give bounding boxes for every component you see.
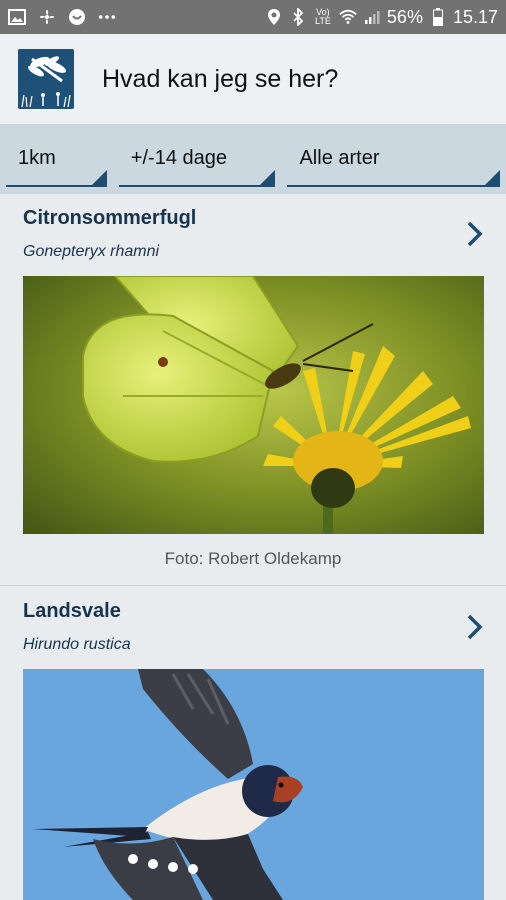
species-photo[interactable] [23, 276, 484, 534]
app-bar: Hvad kan jeg se her? [0, 34, 506, 124]
swallow-photo [23, 669, 484, 900]
dropdown-arrow-icon [260, 170, 276, 185]
status-bar: Vo) LTE 56% 15.17 [0, 0, 506, 34]
dropdown-arrow-icon [485, 170, 500, 185]
species-latin-name: Gonepteryx rhamni [23, 243, 160, 260]
chevron-right-icon[interactable] [464, 613, 486, 641]
species-filter-value: Alle arter [299, 146, 380, 169]
photo-credit: Foto: Robert Oldekamp [164, 549, 342, 568]
filter-bar: 1km +/-14 dage Alle arter [0, 124, 506, 194]
location-icon [265, 8, 283, 26]
species-name: Landsvale [23, 600, 121, 622]
dropdown-arrow-icon [91, 170, 107, 185]
butterfly-photo [23, 276, 484, 534]
species-name: Citronsommerfugl [23, 207, 197, 229]
bluetooth-icon [289, 8, 307, 26]
clock: 15.17 [452, 6, 498, 27]
page-title: Hvad kan jeg se her? [102, 64, 339, 93]
species-filter-dropdown[interactable]: Alle arter [287, 131, 500, 187]
battery-percent: 56% [386, 6, 423, 27]
date-range-value: +/-14 dage [130, 146, 227, 169]
species-card[interactable]: Landsvale Hirundo rustica [0, 587, 506, 900]
circle-icon [68, 8, 86, 26]
more-icon [98, 8, 116, 26]
fan-icon [38, 8, 56, 26]
battery-icon [429, 8, 447, 26]
volte-icon: Vo) LTE [315, 7, 331, 26]
image-icon [8, 8, 26, 26]
distance-dropdown[interactable]: 1km [6, 131, 107, 187]
distance-value: 1km [18, 146, 56, 169]
species-card[interactable]: Citronsommerfugl Gonepteryx rhamni Foto:… [0, 194, 506, 586]
date-range-dropdown[interactable]: +/-14 dage [118, 131, 276, 187]
species-photo[interactable] [23, 669, 484, 900]
species-latin-name: Hirundo rustica [23, 636, 131, 653]
app-logo [18, 49, 74, 109]
chevron-right-icon[interactable] [464, 220, 486, 248]
wifi-icon [339, 8, 357, 26]
signal-icon [363, 8, 381, 26]
